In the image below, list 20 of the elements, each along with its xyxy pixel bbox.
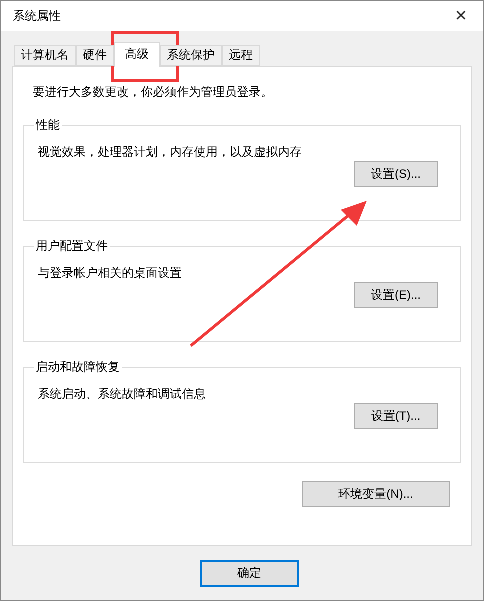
group-description: 系统启动、系统故障和调试信息 xyxy=(38,386,207,403)
window-title: 系统属性 xyxy=(13,8,61,24)
tab[interactable]: 高级 xyxy=(114,42,160,67)
tab[interactable]: 硬件 xyxy=(76,45,114,66)
settings-button[interactable]: 设置(E)... xyxy=(354,282,438,308)
settings-button[interactable]: 设置(T)... xyxy=(354,403,438,429)
tab[interactable]: 计算机名 xyxy=(14,45,76,66)
admin-notice: 要进行大多数更改，你必须作为管理员登录。 xyxy=(32,84,274,101)
tab[interactable]: 系统保护 xyxy=(160,45,222,66)
group-description: 与登录帐户相关的桌面设置 xyxy=(38,265,183,282)
close-button[interactable]: × xyxy=(451,6,471,26)
tab[interactable]: 远程 xyxy=(222,45,260,66)
settings-button[interactable]: 设置(S)... xyxy=(354,161,438,187)
group-description: 视觉效果，处理器计划，内存使用，以及虚拟内存 xyxy=(38,144,303,161)
ok-button[interactable]: 确定 xyxy=(200,560,299,587)
group-title: 启动和故障恢复 xyxy=(35,359,121,376)
environment-variables-button[interactable]: 环境变量(N)... xyxy=(302,481,450,507)
group-title: 用户配置文件 xyxy=(35,238,109,255)
highlight-frame xyxy=(111,31,179,82)
group-title: 性能 xyxy=(34,117,61,134)
